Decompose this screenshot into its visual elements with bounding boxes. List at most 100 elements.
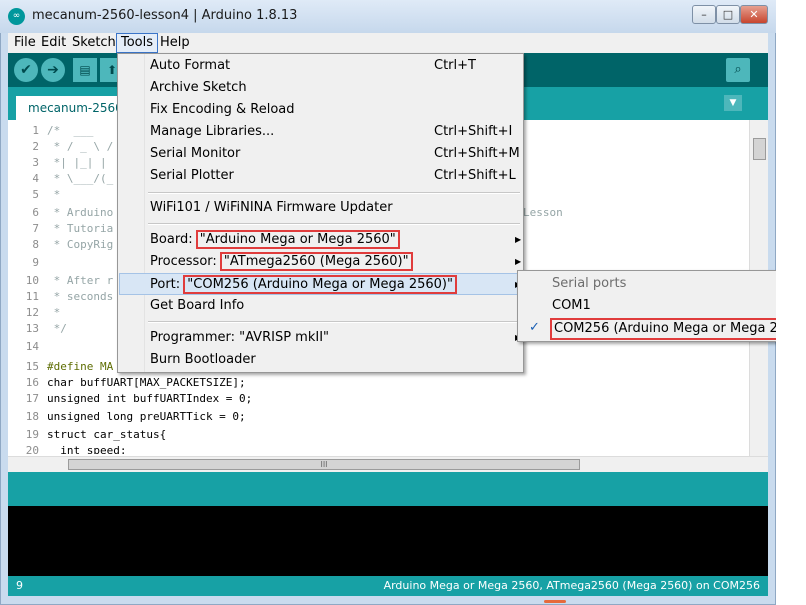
code-line: struct car_status{ [47,428,167,441]
menu-item-manage-libraries[interactable]: Manage Libraries... Ctrl+Shift+I [119,121,522,143]
menu-file[interactable]: File [10,33,40,53]
menu-help[interactable]: Help [156,33,194,53]
code-line: int speed; [47,444,127,454]
code-line: * CopyRig [47,238,114,251]
menu-tools[interactable]: Tools [116,33,159,53]
background-strip [776,0,806,605]
line-number: 7 [32,222,39,235]
title-bar: ∞ mecanum-2560-lesson4 | Arduino 1.8.13 … [0,0,776,33]
port-submenu: Serial ports COM1 ✓ COM256 (Arduino Mega… [517,270,806,342]
new-sketch-icon[interactable]: ▤ [73,58,97,82]
line-number-gutter: 1 2 3 4 5 6 7 8 9 10 11 12 13 14 15 16 1… [8,120,42,456]
code-line: * seconds [47,290,114,303]
port-option-com256[interactable]: ✓ COM256 (Arduino Mega or Mega 2560) [519,317,806,340]
menu-item-label-group: Processor: "ATmega2560 (Mega 2560)" [150,251,413,273]
menu-separator [148,192,520,194]
menu-item-get-board-info[interactable]: Get Board Info [119,295,522,317]
console-divider[interactable] [8,472,768,506]
code-line: */ [47,322,67,335]
tab-menu-icon[interactable]: ▼ [724,95,742,111]
status-line-number: 9 [16,579,23,592]
menu-item-shortcut: Ctrl+Shift+I [434,124,513,139]
menu-item-label: Archive Sketch [150,80,247,95]
code-line: unsigned int buffUARTIndex = 0; [47,392,253,405]
menu-item-label-group: Port: "COM256 (Arduino Mega or Mega 2560… [150,274,457,296]
status-bar: 9 Arduino Mega or Mega 2560, ATmega2560 … [8,576,768,596]
menu-item-wifi-updater[interactable]: WiFi101 / WiFiNINA Firmware Updater [119,197,522,219]
menu-item-archive-sketch[interactable]: Archive Sketch [119,77,522,99]
menu-item-burn-bootloader[interactable]: Burn Bootloader [119,349,522,371]
window-title: mecanum-2560-lesson4 | Arduino 1.8.13 [32,8,298,23]
menu-item-programmer[interactable]: Programmer: "AVRISP mkII" ▶ [119,327,522,349]
code-line: * \___/(_ [47,172,114,185]
menu-sketch[interactable]: Sketch [68,33,120,53]
line-number: 1 [32,124,39,137]
port-option-label: COM1 [552,298,591,313]
upload-icon[interactable]: ➔ [41,58,65,82]
port-option-com1[interactable]: COM1 [519,295,797,317]
menu-item-label: Get Board Info [150,298,245,313]
menu-item-board[interactable]: Board: "Arduino Mega or Mega 2560" ▶ [119,229,522,251]
menu-item-shortcut: Ctrl+T [434,58,476,73]
port-value: "COM256 (Arduino Mega or Mega 2560)" [183,275,457,294]
line-number: 2 [32,140,39,153]
processor-prefix: Processor: [150,254,221,269]
line-number: 4 [32,172,39,185]
code-line: *| |_| | [47,156,107,169]
verify-icon[interactable]: ✔ [14,58,38,82]
line-number: 17 [25,392,39,405]
horizontal-scrollbar-thumb[interactable]: III [68,459,580,470]
menu-item-label: Burn Bootloader [150,352,256,367]
menu-item-label: Serial Plotter [150,168,234,183]
menu-edit[interactable]: Edit [37,33,70,53]
menu-item-label: Programmer: "AVRISP mkII" [150,330,330,345]
line-number: 15 [25,360,39,373]
code-line: * [47,188,61,201]
code-line: * Tutoria [47,222,114,235]
line-number: 6 [32,206,39,219]
vertical-scrollbar-thumb[interactable] [753,138,766,160]
board-value: "Arduino Mega or Mega 2560" [195,230,400,249]
line-number: 11 [25,290,39,303]
line-number: 5 [32,188,39,201]
minimize-button[interactable]: – [692,5,716,24]
menu-item-fix-encoding[interactable]: Fix Encoding & Reload [119,99,522,121]
menu-item-label: Fix Encoding & Reload [150,102,295,117]
checkmark-icon: ✓ [529,320,540,335]
console-output [8,506,768,576]
code-line: * Arduino [47,206,114,219]
serial-monitor-icon[interactable]: ⌕ [726,58,750,82]
menu-item-auto-format[interactable]: Auto Format Ctrl+T [119,55,522,77]
code-line-fragment: Lesson [523,206,563,219]
status-board-info: Arduino Mega or Mega 2560, ATmega2560 (M… [383,579,760,592]
line-number: 9 [32,256,39,269]
menu-item-serial-monitor[interactable]: Serial Monitor Ctrl+Shift+M [119,143,522,165]
code-line: char buffUART[MAX_PACKETSIZE]; [47,376,246,389]
menu-bar: File Edit Sketch Tools Help [8,33,768,53]
maximize-button[interactable]: □ [716,5,740,24]
port-option-label: COM256 (Arduino Mega or Mega 2560) [550,318,806,340]
line-number: 8 [32,238,39,251]
menu-item-serial-plotter[interactable]: Serial Plotter Ctrl+Shift+L [119,165,522,187]
submenu-header: Serial ports [519,273,797,295]
line-number: 10 [25,274,39,287]
port-prefix: Port: [150,277,185,292]
menu-item-shortcut: Ctrl+Shift+M [434,146,520,161]
processor-value: "ATmega2560 (Mega 2560)" [219,252,413,271]
line-number: 16 [25,376,39,389]
menu-item-processor[interactable]: Processor: "ATmega2560 (Mega 2560)" ▶ [119,251,522,273]
menu-item-label: Serial Monitor [150,146,241,161]
line-number: 3 [32,156,39,169]
menu-item-port[interactable]: Port: "COM256 (Arduino Mega or Mega 2560… [119,273,522,295]
menu-item-shortcut: Ctrl+Shift+L [434,168,516,183]
tab-sketch[interactable]: mecanum-2560-lesson4 [16,96,126,120]
menu-item-label: Auto Format [150,58,231,73]
line-number: 20 [25,444,39,454]
line-number: 14 [25,340,39,353]
code-line: * After r [47,274,114,287]
horizontal-scrollbar[interactable]: III [8,456,768,472]
line-number: 18 [25,410,39,423]
close-button[interactable]: ✕ [740,5,768,24]
board-prefix: Board: [150,232,197,247]
menu-item-label: WiFi101 / WiFiNINA Firmware Updater [150,200,393,215]
